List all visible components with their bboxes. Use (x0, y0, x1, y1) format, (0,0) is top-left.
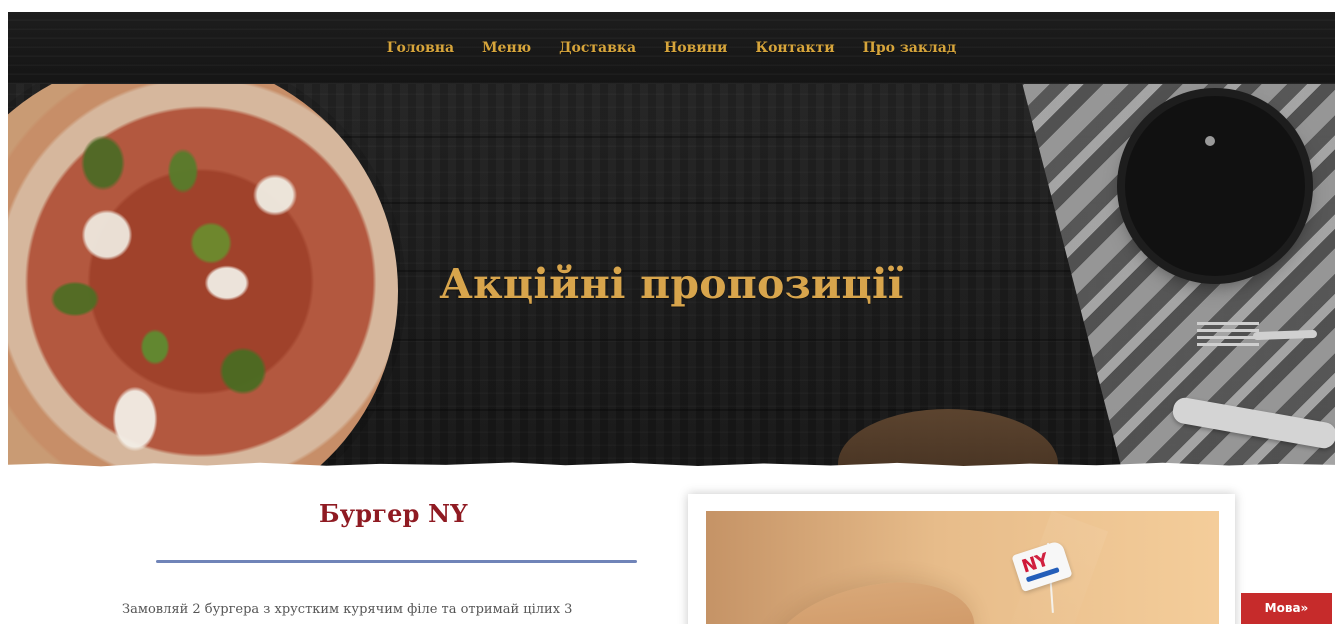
burger-image: NY (706, 511, 1219, 624)
language-button[interactable]: Мова» (1241, 593, 1332, 624)
nav-delivery[interactable]: Доставка (559, 41, 636, 55)
top-navigation-bar: Головна Меню Доставка Новини Контакти Пр… (8, 12, 1335, 84)
hero-title: Акційні пропозиції (439, 260, 904, 308)
nav-contacts[interactable]: Контакти (755, 41, 834, 55)
hero-banner: Акційні пропозиції (8, 84, 1335, 472)
page: Головна Меню Доставка Новини Контакти Пр… (0, 0, 1343, 624)
flag-text: NY (1019, 549, 1051, 578)
fork-icon (1197, 314, 1317, 356)
nav-news[interactable]: Новини (664, 41, 727, 55)
flag-pole (1047, 542, 1054, 613)
nav-home[interactable]: Головна (387, 41, 454, 55)
promo-card: NY (688, 494, 1235, 624)
wooden-board-image (838, 409, 1058, 472)
nav-menu[interactable]: Меню (482, 41, 531, 55)
flag-stripe (1025, 567, 1060, 583)
product-title: Бургер NY (319, 499, 468, 528)
plate-image (1125, 96, 1305, 276)
product-description: Замовляй 2 бургера з хрустким курячим фі… (122, 602, 573, 617)
title-divider (156, 560, 637, 563)
flag-icon: NY (1011, 539, 1073, 593)
main-navigation: Головна Меню Доставка Новини Контакти Пр… (8, 36, 1335, 60)
nav-about[interactable]: Про заклад (863, 41, 957, 55)
